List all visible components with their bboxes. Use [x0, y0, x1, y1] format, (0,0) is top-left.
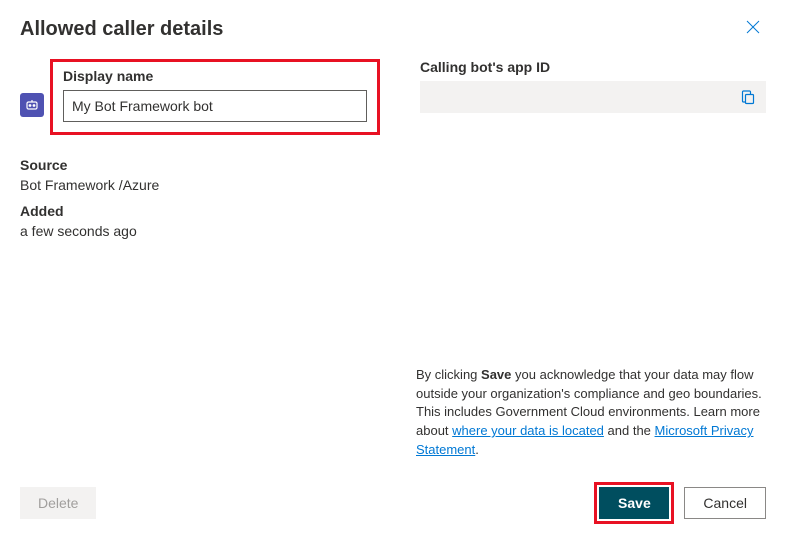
display-name-highlight: Display name — [50, 59, 380, 135]
content-area: Display name Source Bot Framework /Azure… — [20, 59, 766, 249]
disclaimer-strong: Save — [481, 367, 511, 382]
footer-right: Save Cancel — [594, 482, 766, 524]
added-label: Added — [20, 203, 380, 219]
cancel-button[interactable]: Cancel — [684, 487, 766, 519]
panel-title: Allowed caller details — [20, 18, 223, 41]
close-button[interactable] — [740, 18, 766, 41]
copy-button[interactable] — [736, 85, 760, 109]
data-location-link[interactable]: where your data is located — [452, 423, 604, 438]
left-column: Display name Source Bot Framework /Azure… — [20, 59, 380, 249]
delete-button[interactable]: Delete — [20, 487, 96, 519]
copy-icon — [740, 89, 756, 105]
close-icon — [746, 20, 760, 34]
app-id-field — [420, 81, 766, 113]
save-button[interactable]: Save — [599, 487, 669, 519]
source-value: Bot Framework /Azure — [20, 177, 380, 193]
disclaimer-text: By clicking Save you acknowledge that yo… — [416, 366, 766, 460]
disclaimer-between: and the — [604, 423, 655, 438]
disclaimer-prefix: By clicking — [416, 367, 481, 382]
right-column: Calling bot's app ID — [420, 59, 766, 249]
bot-icon — [20, 93, 44, 117]
save-highlight: Save — [594, 482, 674, 524]
app-id-label: Calling bot's app ID — [420, 59, 766, 75]
panel-header: Allowed caller details — [20, 18, 766, 41]
display-name-input[interactable] — [63, 90, 367, 122]
disclaimer-suffix: . — [475, 442, 479, 457]
display-name-label: Display name — [63, 68, 367, 84]
source-label: Source — [20, 157, 380, 173]
added-value: a few seconds ago — [20, 223, 380, 239]
footer-bar: Delete Save Cancel — [20, 482, 766, 524]
